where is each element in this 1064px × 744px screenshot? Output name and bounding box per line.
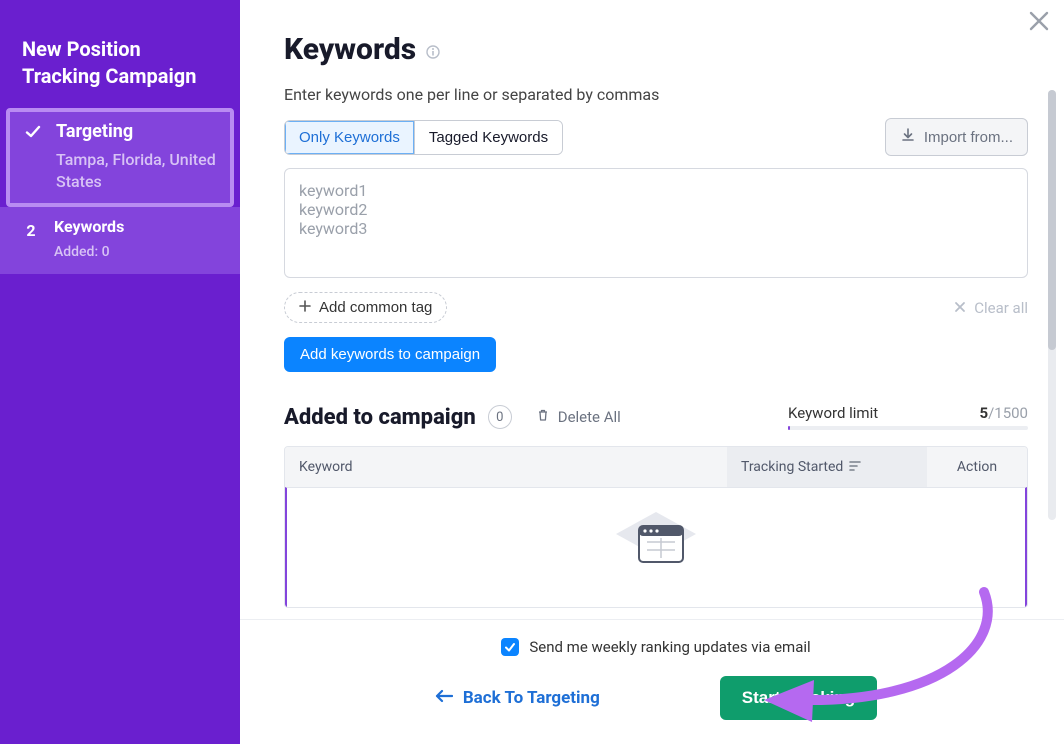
wizard-sidebar: New Position Tracking Campaign Targeting… bbox=[0, 0, 240, 744]
col-keyword[interactable]: Keyword bbox=[285, 447, 727, 487]
arrow-left-icon bbox=[435, 688, 453, 708]
empty-state-icon bbox=[611, 508, 701, 588]
col-tracking-started[interactable]: Tracking Started bbox=[727, 447, 927, 487]
delete-all-button[interactable]: Delete All bbox=[536, 408, 621, 426]
table-body-empty bbox=[285, 487, 1027, 607]
step-label: Keywords bbox=[54, 217, 218, 238]
add-tag-label: Add common tag bbox=[319, 299, 432, 316]
weekly-updates-label: Send me weekly ranking updates via email bbox=[529, 638, 810, 656]
plus-icon bbox=[299, 299, 311, 316]
x-icon bbox=[954, 299, 966, 317]
scrollbar[interactable] bbox=[1048, 90, 1056, 520]
step-number: 2 bbox=[26, 221, 35, 240]
keyword-limit: Keyword limit 5/1500 bbox=[788, 404, 1028, 430]
delete-all-label: Delete All bbox=[558, 408, 621, 426]
limit-used: 5 bbox=[979, 404, 988, 422]
import-label: Import from... bbox=[924, 129, 1013, 146]
limit-label: Keyword limit bbox=[788, 404, 878, 422]
step-sublabel: Tampa, Florida, United States bbox=[56, 149, 216, 192]
back-label: Back To Targeting bbox=[463, 688, 600, 708]
back-to-targeting-button[interactable]: Back To Targeting bbox=[435, 688, 600, 708]
add-keywords-button[interactable]: Add keywords to campaign bbox=[284, 337, 496, 372]
tagged-keywords-tab[interactable]: Tagged Keywords bbox=[414, 121, 562, 154]
add-common-tag-button[interactable]: Add common tag bbox=[284, 292, 447, 323]
step-targeting[interactable]: Targeting Tampa, Florida, United States bbox=[6, 108, 234, 207]
page-title: Keywords bbox=[284, 32, 1028, 67]
page-title-text: Keywords bbox=[284, 32, 416, 67]
trash-icon bbox=[536, 408, 550, 426]
main-content: Keywords Enter keywords one per line or … bbox=[240, 0, 1064, 619]
close-icon[interactable] bbox=[1028, 10, 1050, 36]
sort-icon bbox=[849, 459, 861, 475]
step-keywords[interactable]: 2 Keywords Added: 0 bbox=[0, 207, 240, 275]
only-keywords-tab[interactable]: Only Keywords bbox=[285, 121, 414, 154]
sidebar-title: New Position Tracking Campaign bbox=[0, 36, 240, 108]
check-icon bbox=[24, 120, 42, 140]
limit-max: /1500 bbox=[988, 404, 1028, 422]
download-icon bbox=[900, 127, 916, 147]
col-tracking-label: Tracking Started bbox=[741, 459, 843, 475]
keyword-mode-toggle: Only Keywords Tagged Keywords bbox=[284, 120, 563, 155]
import-button[interactable]: Import from... bbox=[885, 118, 1028, 156]
info-icon[interactable] bbox=[426, 32, 440, 67]
start-tracking-button[interactable]: Start Tracking bbox=[720, 676, 877, 720]
clear-all-button[interactable]: Clear all bbox=[954, 299, 1028, 317]
keywords-textarea[interactable] bbox=[284, 168, 1028, 278]
added-title: Added to campaign bbox=[284, 405, 476, 430]
clear-all-label: Clear all bbox=[974, 299, 1028, 317]
step-sublabel: Added: 0 bbox=[54, 243, 218, 262]
hint-text: Enter keywords one per line or separated… bbox=[284, 85, 1028, 104]
added-count-badge: 0 bbox=[488, 405, 512, 429]
table-header: Keyword Tracking Started Action bbox=[285, 447, 1027, 487]
weekly-updates-checkbox[interactable] bbox=[501, 638, 519, 656]
footer: Send me weekly ranking updates via email… bbox=[240, 619, 1064, 744]
keywords-table: Keyword Tracking Started Action bbox=[284, 446, 1028, 608]
step-label: Targeting bbox=[56, 120, 216, 143]
col-action: Action bbox=[927, 447, 1027, 487]
